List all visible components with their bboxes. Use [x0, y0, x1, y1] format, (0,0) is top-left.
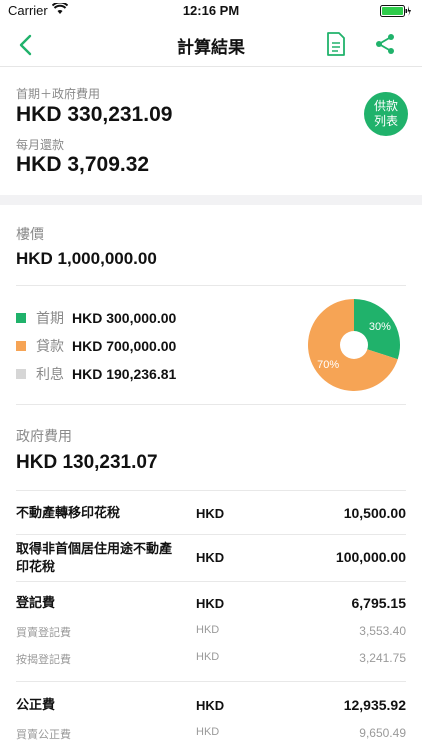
legend-name: 首期 — [36, 311, 64, 327]
divider — [16, 534, 406, 535]
fee-currency: HKD — [196, 550, 225, 565]
legend-item-loan: 貸款 HKD 700,000.00 — [16, 336, 176, 356]
legend-value: HKD 700,000.00 — [72, 338, 177, 354]
fee-row: 取得非首個居住用途不動產印花稅 HKD 100,000.00 — [16, 540, 406, 578]
fee-name: 按揭登記費 — [16, 653, 71, 666]
first-payment-value: HKD 330,231.09 — [16, 103, 173, 126]
schedule-button-label: 供款列表 — [373, 99, 398, 128]
legend-swatch — [16, 341, 26, 351]
gov-fees-label: 政府費用 — [16, 429, 72, 445]
divider — [16, 285, 406, 286]
monthly-payment-label: 每月還款 — [16, 138, 65, 152]
fee-name: 登記費 — [16, 596, 56, 611]
fee-sub-row: 按揭登記費 HKD 3,241.75 — [16, 651, 406, 669]
nav-bar: 計算結果 — [0, 22, 422, 67]
fee-currency: HKD — [196, 624, 220, 636]
legend-item-interest: 利息 HKD 190,236.81 — [16, 364, 176, 384]
fee-name: 公正費 — [16, 698, 56, 713]
summary-section: 首期＋政府費用 HKD 330,231.09 每月還款 HKD 3,709.32 — [0, 67, 422, 195]
property-price-value: HKD 1,000,000.00 — [16, 249, 157, 268]
divider — [16, 581, 406, 582]
fee-name: 取得非首個居住用途不動產印花稅 — [16, 542, 173, 575]
fee-currency: HKD — [196, 726, 220, 738]
legend-name: 利息 — [36, 367, 64, 383]
fee-currency: HKD — [196, 651, 220, 663]
fee-name: 買賣登記費 — [16, 626, 71, 639]
fee-amount: 6,795.15 — [351, 595, 407, 611]
fee-sub-row: 買賣登記費 HKD 3,553.40 — [16, 624, 406, 642]
fee-amount: 3,241.75 — [359, 651, 406, 665]
fee-amount: 12,935.92 — [343, 697, 406, 713]
fee-name: 不動產轉移印花稅 — [16, 506, 121, 521]
fee-currency: HKD — [196, 506, 225, 521]
fee-row: 登記費 HKD 6,795.15 — [16, 595, 406, 615]
pie-chart: 30% 70% — [308, 299, 400, 391]
gov-fees-total: HKD 130,231.07 — [16, 452, 158, 473]
divider — [16, 681, 406, 682]
pie-slice-label: 70% — [317, 359, 339, 371]
property-price-label: 樓價 — [16, 227, 44, 243]
schedule-button[interactable]: 供款列表 — [364, 92, 408, 136]
legend-swatch — [16, 369, 26, 379]
fee-amount: 100,000.00 — [335, 549, 406, 565]
section-divider — [0, 195, 422, 205]
first-payment-label: 首期＋政府費用 — [16, 87, 101, 101]
legend-swatch — [16, 313, 26, 323]
battery-icon — [380, 5, 411, 17]
legend-value: HKD 190,236.81 — [72, 366, 177, 382]
fee-row: 公正費 HKD 12,935.92 — [16, 697, 406, 717]
pie-center-hole — [340, 331, 368, 359]
legend-value: HKD 300,000.00 — [72, 310, 177, 326]
share-icon[interactable] — [373, 32, 397, 56]
fee-amount: 9,650.49 — [359, 726, 406, 740]
clock: 12:16 PM — [182, 3, 240, 18]
legend-item-down-payment: 首期 HKD 300,000.00 — [16, 308, 176, 328]
document-icon[interactable] — [324, 31, 348, 57]
fee-sub-row: 買賣公正費 HKD 9,650.49 — [16, 726, 406, 744]
page-title: 計算結果 — [177, 38, 245, 58]
fee-amount: 3,553.40 — [359, 624, 406, 638]
fee-currency: HKD — [196, 596, 225, 611]
legend-name: 貸款 — [36, 339, 64, 355]
fee-currency: HKD — [196, 698, 225, 713]
status-bar: Carrier 12:16 PM — [0, 0, 422, 22]
fee-row: 不動產轉移印花稅 HKD 10,500.00 — [16, 505, 406, 525]
monthly-payment-value: HKD 3,709.32 — [16, 153, 150, 176]
pie-slice-label: 30% — [369, 321, 391, 333]
divider — [16, 404, 406, 405]
divider — [16, 490, 406, 491]
fee-amount: 10,500.00 — [343, 505, 406, 521]
fee-name: 買賣公正費 — [16, 728, 71, 741]
